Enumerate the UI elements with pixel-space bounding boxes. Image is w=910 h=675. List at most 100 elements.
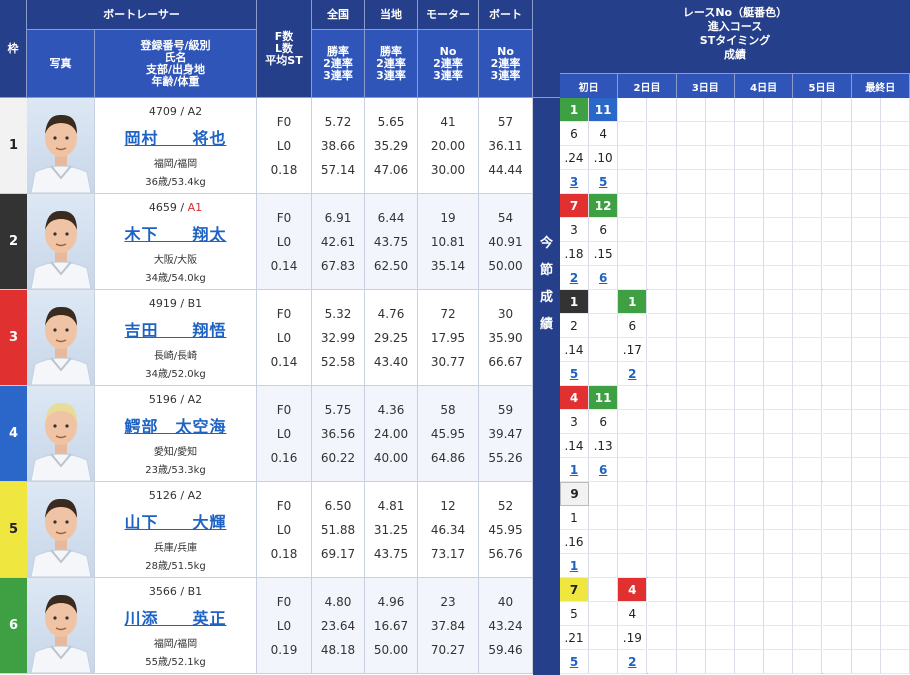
entry-course: 6 <box>618 314 648 338</box>
results-empty-cell <box>764 218 794 242</box>
results-header-line: 進入コース <box>707 20 763 33</box>
fst-cell: F0 L0 0.18 <box>257 482 312 577</box>
racer-row: 1 4709 / A2 岡村 将也 福岡/福岡 36歳/53.4kg F0 L0… <box>0 98 533 194</box>
results-empty-cell <box>793 98 823 122</box>
results-empty-cell <box>764 338 794 362</box>
waku-number: 2 <box>0 194 27 289</box>
results-empty-cell <box>822 314 852 338</box>
racer-photo <box>27 386 95 481</box>
race-result-link[interactable]: 2 <box>560 266 589 290</box>
results-empty-cell <box>822 650 852 674</box>
results-empty-cell <box>822 386 852 410</box>
results-empty-cell <box>851 242 881 266</box>
stat-value: 40 <box>497 595 514 609</box>
results-row: 1 2.14 5 1 6.17 2 <box>560 290 910 386</box>
stat-value: 37.84 <box>430 619 466 633</box>
race-number-badge: 4 <box>560 386 589 410</box>
results-empty-cell <box>647 482 677 506</box>
results-empty-cell <box>851 314 881 338</box>
results-empty-cell <box>676 146 706 170</box>
racer-photo <box>27 98 95 193</box>
race-number-badge: 1 <box>560 98 589 122</box>
racer-portrait-icon <box>30 498 92 577</box>
results-empty-cell <box>735 554 765 578</box>
stat-value: 5.72 <box>324 115 352 129</box>
sep-char: 成 <box>539 290 553 305</box>
national-header-label: 全国 <box>327 7 349 21</box>
motor-header-label: モーター <box>426 7 470 21</box>
racer-name-link[interactable]: 山下 大輝 <box>95 509 256 533</box>
stat-value: 6.50 <box>324 499 352 513</box>
race-result-link[interactable]: 5 <box>560 650 589 674</box>
stat-value: 23 <box>440 595 456 609</box>
race-result-link[interactable]: 6 <box>589 266 619 290</box>
results-empty-cell <box>851 290 881 314</box>
racer-name-link[interactable]: 川添 英正 <box>95 605 256 629</box>
info-header: 登録番号/級別 氏名 支部/出身地 年齢/体重 <box>95 30 257 98</box>
local-header-label: 当地 <box>380 7 402 21</box>
stat-value: F0 <box>276 307 292 321</box>
stat-value: 0.18 <box>270 547 298 561</box>
racer-name-link[interactable]: 木下 翔太 <box>95 221 256 245</box>
race-result-link[interactable]: 1 <box>560 458 589 482</box>
results-empty-cell <box>705 626 735 650</box>
stat-value: 41 <box>440 115 456 129</box>
results-empty-cell <box>822 146 852 170</box>
results-empty-cell <box>705 458 735 482</box>
results-empty-cell <box>705 410 735 434</box>
results-empty-cell <box>880 602 910 626</box>
race-result-link[interactable]: 6 <box>589 458 619 482</box>
race-number-badge: 7 <box>560 194 589 218</box>
stat-value: 48.18 <box>320 643 356 657</box>
results-empty-cell <box>851 482 881 506</box>
results-empty-cell <box>880 338 910 362</box>
registration-class: 4709 / A2 <box>148 105 203 118</box>
rate-line: 2連率 <box>323 56 353 70</box>
stat-value: F0 <box>276 499 292 513</box>
waku-header-label: 枠 <box>7 41 19 55</box>
racer-row: 3 4919 / B1 吉田 翔悟 長崎/長崎 34歳/52.0kg F0 L0… <box>0 290 533 386</box>
results-empty-cell <box>764 530 794 554</box>
racer-name-link[interactable]: 鰐部 太空海 <box>95 413 256 437</box>
stat-value: 4.96 <box>377 595 405 609</box>
results-empty-cell <box>735 218 765 242</box>
stat-value: L0 <box>276 235 292 249</box>
race-result-link[interactable]: 2 <box>618 650 648 674</box>
results-empty-cell <box>735 362 765 386</box>
results-empty-cell <box>676 194 706 218</box>
results-empty-cell <box>764 146 794 170</box>
entry-course: 4 <box>618 602 648 626</box>
stat-value: 6.44 <box>377 211 405 225</box>
racer-row: 6 3566 / B1 川添 英正 福岡/福岡 55歳/52.1kg F0 L0… <box>0 578 533 674</box>
entry-course: 6 <box>560 122 589 146</box>
national-rate-header: 勝率 2連率 3連率 <box>312 30 365 98</box>
results-empty-cell <box>676 506 706 530</box>
results-empty-cell <box>676 314 706 338</box>
race-result-link[interactable]: 5 <box>589 170 619 194</box>
results-empty-cell <box>735 626 765 650</box>
results-empty-cell <box>735 314 765 338</box>
race-result-link[interactable]: 2 <box>618 362 648 386</box>
day-header-row: 初日 2日目 3日目 4日目 5日目 最終日 <box>560 74 910 98</box>
rate-line: 3連率 <box>323 68 353 82</box>
results-empty-cell <box>589 482 619 506</box>
stat-value: 29.25 <box>373 331 409 345</box>
results-empty-cell <box>647 410 677 434</box>
race-result-link[interactable]: 5 <box>560 362 589 386</box>
racer-name-link[interactable]: 岡村 将也 <box>95 125 256 149</box>
results-empty-cell <box>851 146 881 170</box>
results-empty-cell <box>735 530 765 554</box>
race-result-link[interactable]: 1 <box>560 554 589 578</box>
racer-name-link[interactable]: 吉田 翔悟 <box>95 317 256 341</box>
race-result-link[interactable]: 3 <box>560 170 589 194</box>
results-empty-cell <box>793 530 823 554</box>
registration-number: 5126 <box>148 489 177 502</box>
results-empty-cell <box>647 362 677 386</box>
entry-course: 6 <box>589 218 619 242</box>
results-empty-cell <box>880 434 910 458</box>
results-empty-cell <box>589 530 619 554</box>
race-number-badge: 1 <box>560 290 589 314</box>
results-empty-cell <box>589 650 619 674</box>
results-empty-cell <box>705 554 735 578</box>
local-header: 当地 <box>365 0 418 30</box>
